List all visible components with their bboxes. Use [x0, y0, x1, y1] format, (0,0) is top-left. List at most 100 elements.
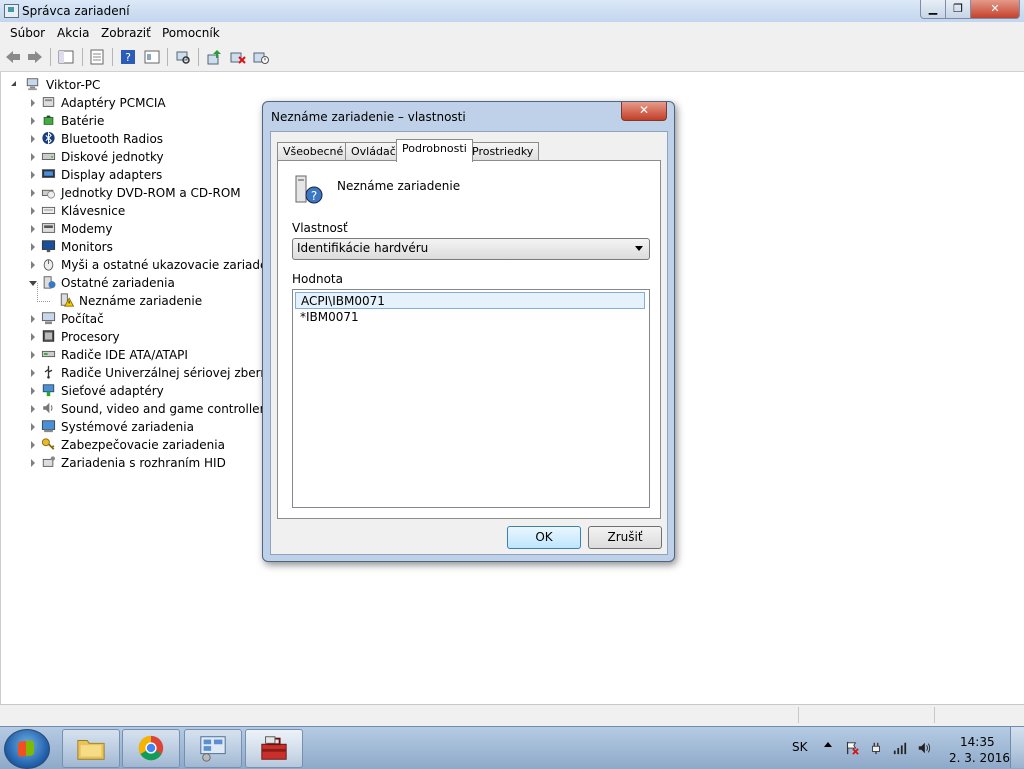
menu-file[interactable]: Súbor — [10, 26, 45, 40]
tree-item-label: Systémové zariadenia — [61, 420, 194, 434]
taskbar-device-manager[interactable] — [245, 729, 303, 768]
monitor-icon — [41, 240, 56, 253]
dialog-title: Neznáme zariadenie – vlastnosti — [271, 110, 466, 124]
tree-item-label: Modemy — [61, 222, 113, 236]
clock-date[interactable]: 2. 3. 2016 — [949, 751, 1010, 765]
show-hidden-icons-icon[interactable] — [824, 742, 832, 747]
disk-drive-icon — [41, 152, 56, 160]
uninstall-icon[interactable] — [230, 49, 246, 65]
properties-icon[interactable] — [89, 49, 105, 65]
unknown-device-icon: ? — [295, 175, 323, 204]
dialog-body: Všeobecné Ovládač Podrobnosti Prostriedk… — [270, 131, 668, 555]
taskbar-chrome[interactable] — [122, 729, 180, 768]
expand-arrow-icon[interactable] — [31, 153, 35, 161]
tree-item-label: Procesory — [61, 330, 120, 344]
show-desktop-button[interactable] — [1010, 727, 1024, 768]
tree-connector — [37, 283, 50, 302]
show-hide-tree-icon[interactable] — [58, 49, 74, 65]
expand-arrow-icon[interactable] — [31, 135, 35, 143]
expand-arrow-icon[interactable] — [31, 387, 35, 395]
details-panel: ? Neznáme zariadenie Vlastnosť Identifik… — [277, 160, 661, 519]
expand-arrow-icon[interactable] — [31, 351, 35, 359]
tree-item-label: Myši a ostatné ukazovacie zariadenia — [61, 258, 286, 272]
property-dropdown-value: Identifikácie hardvéru — [297, 241, 429, 255]
tree-item-label: Neznáme zariadenie — [79, 294, 203, 308]
collapse-arrow-icon[interactable] — [29, 281, 37, 286]
expand-arrow-icon[interactable] — [31, 369, 35, 377]
expand-arrow-icon[interactable] — [31, 333, 35, 341]
bluetooth-icon — [42, 131, 55, 145]
scan-hardware-icon[interactable] — [175, 49, 191, 65]
value-item[interactable]: *IBM0071 — [295, 309, 645, 326]
value-item[interactable]: ACPI\IBM0071 — [295, 292, 645, 309]
tab-driver[interactable]: Ovládač — [345, 142, 402, 161]
expand-arrow-icon[interactable] — [31, 405, 35, 413]
tab-resources[interactable]: Prostriedky — [466, 142, 540, 161]
tree-root-label: Viktor-PC — [46, 78, 101, 92]
dialog-close-button[interactable]: ✕ — [621, 102, 667, 121]
hid-icon — [42, 456, 56, 467]
expand-arrow-icon[interactable] — [31, 189, 35, 197]
tree-item-label: Ostatné zariadenia — [61, 276, 175, 290]
toolbar: ? — [0, 44, 1024, 72]
enable-device-icon[interactable] — [253, 49, 269, 65]
view-icon[interactable] — [144, 49, 160, 65]
expand-arrow-icon[interactable] — [31, 207, 35, 215]
value-list[interactable]: ACPI\IBM0071 *IBM0071 — [292, 289, 650, 508]
expand-arrow-icon[interactable] — [31, 243, 35, 251]
back-arrow-icon[interactable] — [5, 49, 21, 65]
display-adapter-icon — [41, 169, 56, 178]
expand-arrow-icon[interactable] — [31, 423, 35, 431]
tree-item-label: Sound, video and game controllers — [61, 402, 271, 416]
menu-view[interactable]: Zobraziť — [101, 26, 151, 40]
tab-details[interactable]: Podrobnosti — [396, 139, 473, 162]
help-icon[interactable]: ? — [120, 49, 136, 65]
tab-general[interactable]: Všeobecné — [277, 142, 350, 161]
maximize-button[interactable]: ❐ — [945, 0, 971, 19]
taskbar: SK 14:35 2. 3. 2016 — [0, 726, 1024, 769]
mouse-icon — [43, 259, 54, 271]
expand-arrow-icon[interactable] — [31, 117, 35, 125]
expand-arrow-icon[interactable] — [31, 315, 35, 323]
folder-icon — [77, 740, 105, 760]
start-button[interactable] — [4, 729, 50, 769]
menu-help[interactable]: Pomocník — [162, 26, 220, 40]
collapse-arrow-icon[interactable] — [11, 81, 16, 86]
tree-item-label: Radiče IDE ATA/ATAPI — [61, 348, 188, 362]
minimize-button[interactable]: ▁ — [920, 0, 946, 19]
chevron-down-icon — [635, 246, 643, 251]
window-title-bar[interactable]: Správca zariadení ▁ ❐ ✕ — [0, 0, 1024, 23]
usb-icon — [44, 365, 53, 379]
svg-text:?: ? — [125, 51, 131, 64]
close-button[interactable]: ✕ — [970, 0, 1020, 19]
forward-arrow-icon[interactable] — [27, 49, 43, 65]
taskbar-explorer[interactable] — [62, 729, 120, 768]
expand-arrow-icon[interactable] — [31, 171, 35, 179]
property-dropdown[interactable]: Identifikácie hardvéru — [292, 238, 650, 260]
tree-item-label: Zariadenia s rozhraním HID — [61, 456, 226, 470]
power-plug-icon[interactable] — [869, 741, 883, 755]
action-center-icon[interactable] — [845, 741, 859, 755]
taskbar-control-panel[interactable] — [184, 729, 242, 768]
modem-icon — [41, 223, 56, 233]
ok-button[interactable]: OK — [507, 526, 581, 549]
expand-arrow-icon[interactable] — [31, 225, 35, 233]
cancel-button[interactable]: Zrušiť — [588, 526, 662, 549]
properties-dialog[interactable]: Neznáme zariadenie – vlastnosti ✕ Všeobe… — [262, 101, 675, 562]
ide-controller-icon — [41, 350, 56, 358]
tree-item-label: Monitors — [61, 240, 113, 254]
menu-action[interactable]: Akcia — [57, 26, 89, 40]
language-indicator[interactable]: SK — [792, 740, 808, 754]
signal-icon[interactable] — [893, 741, 907, 755]
clock-time[interactable]: 14:35 — [960, 735, 995, 749]
update-driver-icon[interactable] — [206, 49, 222, 65]
expand-arrow-icon[interactable] — [31, 261, 35, 269]
processor-icon — [42, 330, 55, 342]
expand-arrow-icon[interactable] — [31, 441, 35, 449]
expand-arrow-icon[interactable] — [31, 99, 35, 107]
expand-arrow-icon[interactable] — [31, 459, 35, 467]
svg-text:?: ? — [311, 189, 317, 203]
volume-icon[interactable] — [917, 741, 931, 755]
toolbox-icon — [261, 736, 287, 760]
menu-bar: Súbor Akcia Zobraziť Pomocník — [0, 22, 1024, 44]
